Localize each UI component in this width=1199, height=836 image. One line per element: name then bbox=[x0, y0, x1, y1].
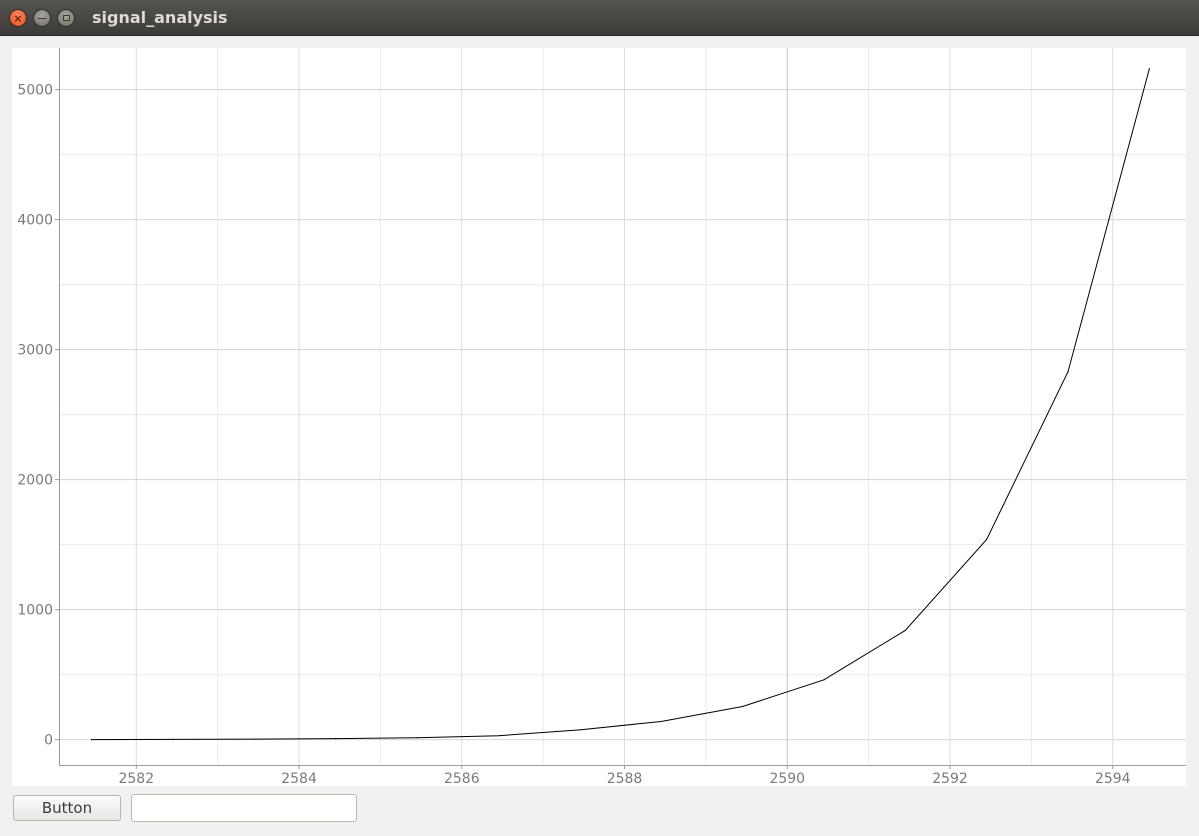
y-tick-label: 0 bbox=[44, 733, 53, 749]
x-tick-label: 2582 bbox=[118, 771, 154, 786]
data-point bbox=[579, 729, 581, 731]
data-point bbox=[335, 738, 337, 740]
data-point bbox=[904, 629, 906, 632]
y-tick-label: 4000 bbox=[17, 213, 53, 229]
text-input[interactable] bbox=[131, 794, 357, 822]
x-tick-label: 2588 bbox=[607, 771, 643, 786]
data-point bbox=[1148, 68, 1150, 70]
window-title: signal_analysis bbox=[92, 8, 228, 27]
data-point bbox=[823, 679, 825, 681]
y-tick-label: 3000 bbox=[17, 343, 53, 359]
data-point bbox=[986, 538, 988, 541]
data-point bbox=[416, 737, 418, 739]
y-tick-label: 2000 bbox=[17, 473, 53, 489]
series-line bbox=[91, 68, 1150, 741]
x-tick-label: 2592 bbox=[932, 771, 968, 786]
x-tick-label: 2586 bbox=[444, 771, 480, 786]
data-point bbox=[497, 735, 500, 737]
x-tick-label: 2584 bbox=[281, 771, 317, 786]
data-point bbox=[1067, 371, 1069, 373]
x-tick-label: 2590 bbox=[769, 771, 805, 786]
x-tick-label: 2594 bbox=[1095, 771, 1131, 786]
data-point bbox=[660, 720, 662, 723]
y-tick-label: 5000 bbox=[17, 83, 53, 99]
y-tick-label: 1000 bbox=[17, 603, 53, 619]
action-button[interactable]: Button bbox=[13, 795, 121, 821]
plot-area[interactable]: 2582 2584 2586 2588 2590 2592 2594 0 1000 2000 300… bbox=[12, 48, 1186, 786]
minimize-icon[interactable] bbox=[33, 9, 51, 27]
title-bar: × signal_analysis bbox=[0, 0, 1199, 36]
maximize-icon[interactable] bbox=[57, 9, 75, 27]
data-point bbox=[172, 738, 174, 740]
data-point bbox=[741, 705, 744, 708]
data-point bbox=[253, 738, 255, 740]
data-point bbox=[90, 739, 93, 741]
close-icon[interactable]: × bbox=[9, 9, 27, 27]
line-chart: 2582 2584 2586 2588 2590 2592 2594 0 1000 2000 300… bbox=[17, 48, 1186, 786]
